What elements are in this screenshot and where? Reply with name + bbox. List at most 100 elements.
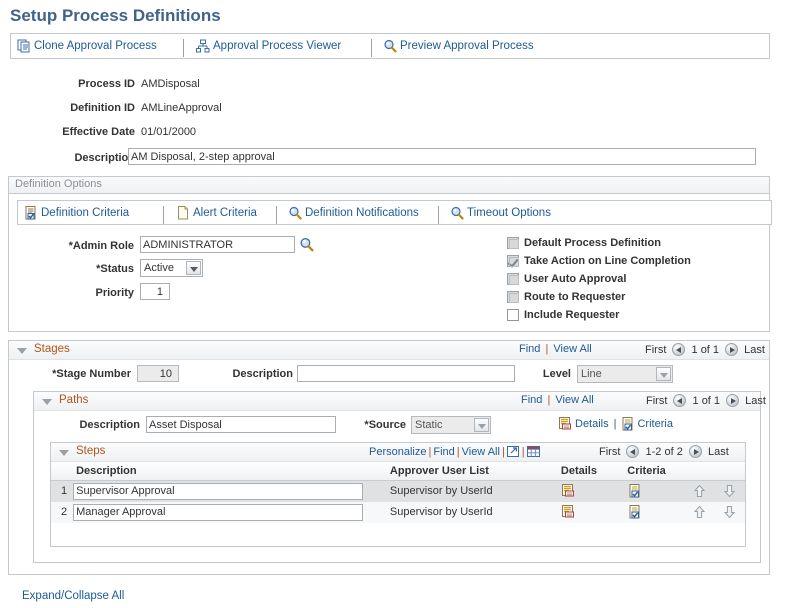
tab-timeout-options[interactable]: Timeout Options <box>450 201 551 225</box>
paths-title: Paths <box>59 394 89 406</box>
stage-description-input[interactable] <box>297 365 515 382</box>
step-details-cell[interactable] <box>555 501 623 523</box>
stages-view-all-link[interactable]: View All <box>553 343 591 355</box>
steps-personalize-link[interactable]: Personalize <box>369 446 426 458</box>
paths-find-link[interactable]: Find <box>521 394 542 406</box>
path-description-input[interactable] <box>146 416 336 433</box>
checkbox-row-default-process-definition[interactable]: Default Process Definition <box>507 237 661 249</box>
definition-options-group-title: Definition Options <box>9 177 769 194</box>
path-criteria-link[interactable]: Criteria <box>637 418 672 430</box>
stages-prev-icon[interactable] <box>672 343 686 356</box>
steps-prev-icon[interactable] <box>626 445 640 458</box>
stages-last-label[interactable]: Last <box>744 344 765 356</box>
stages-section: Stages Find | View All First 1 of 1 Last… <box>8 340 770 575</box>
checkbox-row-take-action-on-line-completion[interactable]: Take Action on Line Completion <box>507 255 691 267</box>
checkbox-row-route-to-requester[interactable]: Route to Requester <box>507 291 625 303</box>
source-select[interactable]: Static <box>411 416 491 434</box>
step-approver-user-list: Supervisor by UserId <box>384 480 556 502</box>
tab-alert-criteria[interactable]: Alert Criteria <box>176 201 257 225</box>
user-auto-approval-checkbox[interactable] <box>507 273 519 285</box>
defopt-divider-1 <box>163 206 164 224</box>
expand-collapse-all-link[interactable]: Expand/Collapse All <box>22 590 124 602</box>
step-move-up-cell[interactable] <box>684 501 715 523</box>
stage-description-label: Description <box>232 368 293 380</box>
details-list-icon[interactable] <box>561 505 576 519</box>
priority-input[interactable] <box>140 283 170 300</box>
steps-find-link[interactable]: Find <box>433 446 454 458</box>
defopt-divider-3 <box>438 206 439 224</box>
default-process-definition-label: Default Process Definition <box>524 237 661 249</box>
status-select[interactable]: Active <box>140 259 203 277</box>
collapse-triangle-icon[interactable] <box>42 399 52 405</box>
stages-next-icon[interactable] <box>725 343 739 356</box>
criteria-check-icon[interactable] <box>628 505 642 519</box>
checkbox-row-include-requester[interactable]: Include Requester <box>507 309 619 321</box>
steps-view-all-link[interactable]: View All <box>462 446 500 458</box>
steps-next-icon[interactable] <box>688 445 702 458</box>
steps-first-label[interactable]: First <box>599 446 620 458</box>
preview-approval-process-button[interactable]: Preview Approval Process <box>383 34 534 58</box>
clone-approval-process-button[interactable]: Clone Approval Process <box>17 34 157 58</box>
tab-definition-criteria[interactable]: Definition Criteria <box>24 201 129 225</box>
stages-pagination: First 1 of 1 Last <box>645 343 765 356</box>
paths-prev-icon[interactable] <box>673 394 687 407</box>
checkbox-row-user-auto-approval[interactable]: User Auto Approval <box>507 273 626 285</box>
paths-counter: 1 of 1 <box>692 395 721 407</box>
step-move-up-cell[interactable] <box>684 480 715 502</box>
arrow-down-icon[interactable] <box>723 484 736 498</box>
path-details-criteria-links: Details | Criteria <box>559 417 673 431</box>
step-approver-user-list: Supervisor by UserId <box>384 501 556 523</box>
paths-last-label[interactable]: Last <box>745 395 766 407</box>
step-description-input-1[interactable] <box>73 482 364 500</box>
steps-col-criteria: Criteria <box>622 462 685 481</box>
arrow-up-icon[interactable] <box>693 505 706 519</box>
process-id-value: AMDisposal <box>141 78 200 90</box>
magnifier-lookup-icon[interactable] <box>299 237 314 252</box>
steps-col-move-down <box>714 462 745 481</box>
level-select[interactable]: Line <box>577 365 673 383</box>
source-select-value: Static <box>415 419 443 431</box>
include-requester-checkbox[interactable] <box>507 309 519 321</box>
stages-first-label[interactable]: First <box>645 344 666 356</box>
grid-download-icon[interactable] <box>526 445 540 458</box>
take-action-on-line-completion-checkbox[interactable] <box>507 255 519 267</box>
user-auto-approval-label: User Auto Approval <box>524 273 627 285</box>
level-label: Level <box>542 368 571 380</box>
arrow-down-icon[interactable] <box>723 505 736 519</box>
details-list-icon[interactable] <box>561 484 576 498</box>
path-details-link[interactable]: Details <box>575 418 609 430</box>
effective-date-label: Effective Date <box>62 126 135 138</box>
step-description-cell <box>71 501 385 523</box>
steps-nav-pipe-3: | <box>501 445 505 458</box>
criteria-check-icon[interactable] <box>628 484 642 498</box>
step-move-down-cell[interactable] <box>714 501 745 523</box>
definition-options-group: Definition Options Definition Criteria A… <box>8 176 772 332</box>
path-links-divider: | <box>613 418 617 430</box>
step-description-input-2[interactable] <box>73 503 364 521</box>
org-tree-icon <box>196 39 210 53</box>
paths-first-label[interactable]: First <box>646 395 667 407</box>
toolbar-divider-2 <box>371 39 372 57</box>
step-criteria-cell[interactable] <box>622 480 685 502</box>
stages-find-link[interactable]: Find <box>519 343 540 355</box>
status-label: *Status <box>96 263 134 275</box>
step-move-down-cell[interactable] <box>714 480 745 502</box>
admin-role-input[interactable] <box>140 236 295 253</box>
step-details-cell[interactable] <box>555 480 623 502</box>
paths-nav-pipe: | <box>547 394 551 406</box>
description-input[interactable] <box>128 148 756 165</box>
tab-definition-notifications[interactable]: Definition Notifications <box>288 201 419 225</box>
collapse-triangle-icon[interactable] <box>17 348 27 354</box>
route-to-requester-checkbox[interactable] <box>507 291 519 303</box>
step-criteria-cell[interactable] <box>622 501 685 523</box>
steps-last-label[interactable]: Last <box>708 446 729 458</box>
stage-number-input[interactable] <box>137 365 179 382</box>
approval-process-viewer-button[interactable]: Approval Process Viewer <box>196 34 341 58</box>
default-process-definition-checkbox[interactable] <box>507 237 519 249</box>
tab-alert-criteria-label: Alert Criteria <box>193 207 257 219</box>
paths-view-all-link[interactable]: View All <box>555 394 593 406</box>
arrow-up-icon[interactable] <box>693 484 706 498</box>
collapse-triangle-icon[interactable] <box>59 450 69 456</box>
paths-next-icon[interactable] <box>726 394 740 407</box>
popout-icon[interactable] <box>506 445 520 458</box>
